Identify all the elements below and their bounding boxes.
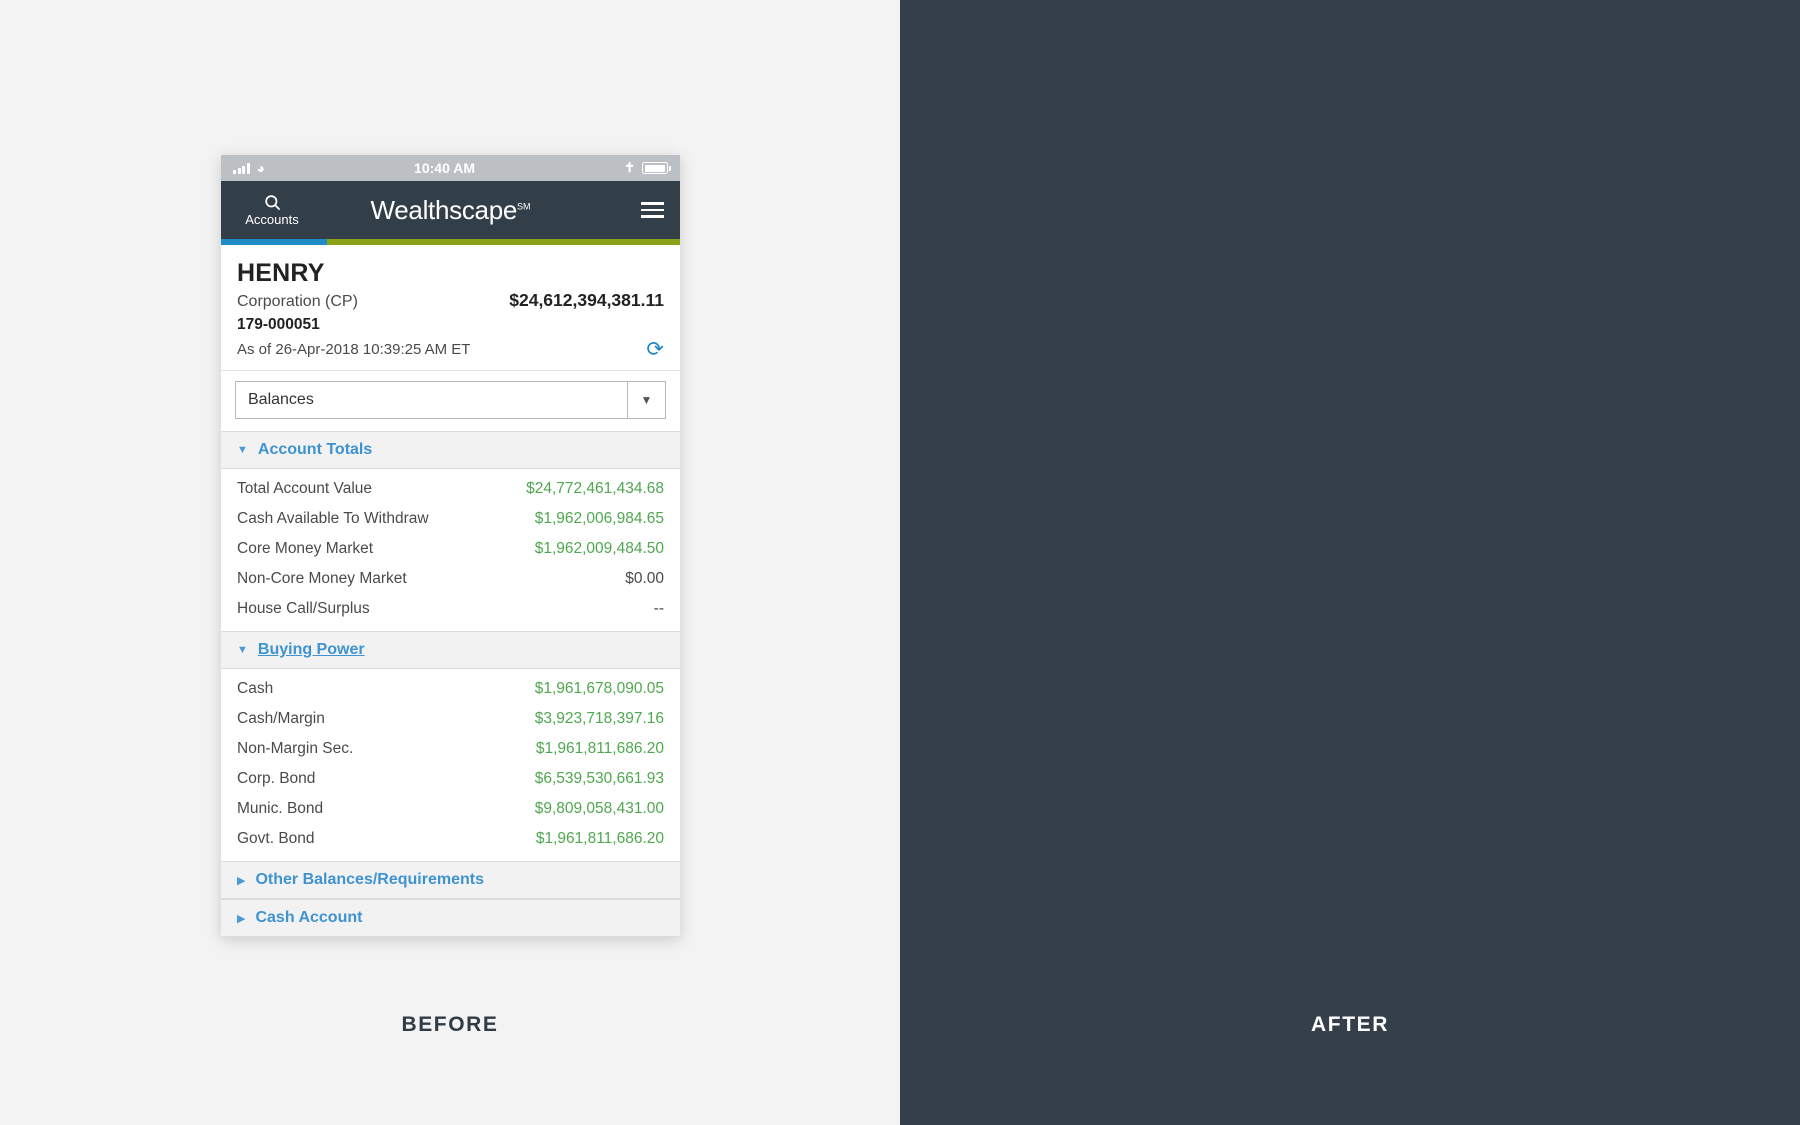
row-label: Munic. Bond xyxy=(237,800,324,817)
wifi-icon: ◕ xyxy=(256,160,265,176)
table-row: Govt. Bond $1,961,811,686.20 xyxy=(221,824,680,854)
account-totals-list: Total Account Value $24,772,461,434.68 C… xyxy=(221,469,680,631)
row-value: $0.00 xyxy=(625,570,664,587)
status-left-group: ◕ xyxy=(233,161,265,175)
row-label: Corp. Bond xyxy=(237,770,316,787)
row-value: $1,961,811,686.20 xyxy=(535,830,664,847)
table-row: Corp. Bond $6,539,530,661.93 xyxy=(221,764,680,794)
row-label: Core Money Market xyxy=(237,540,374,557)
section-title: Account Totals xyxy=(257,441,373,458)
caret-down-icon: ▼ xyxy=(237,644,248,656)
table-row: Core Money Market $1,962,009,484.50 xyxy=(221,534,680,564)
legacy-app-screenshot: ◕ 10:40 AM ✝ Accounts WealthscapeSM HENR… xyxy=(221,155,680,937)
row-value: $1,961,811,686.20 xyxy=(535,740,664,757)
row-label: Cash Available To Withdraw xyxy=(237,510,429,527)
buying-power-list: Cash $1,961,678,090.05 Cash/Margin $3,92… xyxy=(221,669,680,861)
row-label: Non-Core Money Market xyxy=(237,570,407,587)
account-as-of: As of 26-Apr-2018 10:39:25 AM ET xyxy=(237,341,471,358)
legacy-navbar: Accounts WealthscapeSM xyxy=(221,181,680,239)
table-row: Total Account Value $24,772,461,434.68 xyxy=(221,474,680,504)
accounts-search-button[interactable]: Accounts xyxy=(237,193,307,227)
caret-right-icon: ▶ xyxy=(237,874,246,887)
view-selector-value: Balances xyxy=(248,391,314,408)
chevron-down-icon: ▼ xyxy=(627,382,665,418)
row-value: $3,923,718,397.16 xyxy=(534,710,664,727)
row-label: Govt. Bond xyxy=(237,830,315,847)
section-header-buying-power[interactable]: ▼ Buying Power xyxy=(221,631,680,669)
table-row: Munic. Bond $9,809,058,431.00 xyxy=(221,794,680,824)
status-time: 10:40 AM xyxy=(414,160,475,176)
legacy-status-bar: ◕ 10:40 AM ✝ xyxy=(221,155,680,181)
account-header: HENRY Corporation (CP) $24,612,394,381.1… xyxy=(221,245,680,370)
row-value: $1,962,009,484.50 xyxy=(534,540,664,557)
table-row: House Call/Surplus -- xyxy=(221,594,680,624)
row-value: $24,772,461,434.68 xyxy=(526,480,664,497)
caret-down-icon: ▼ xyxy=(237,444,248,456)
after-panel: 9:41 ◕ ‹ Sadie Squires 03325450545 Profi… xyxy=(900,0,1800,1125)
account-type-row: Corporation (CP) $24,612,394,381.11 xyxy=(237,290,664,311)
account-total-value: $24,612,394,381.11 xyxy=(509,290,664,310)
table-row: Cash Available To Withdraw $1,962,006,98… xyxy=(221,504,680,534)
battery-icon xyxy=(642,162,671,174)
accent-stripe xyxy=(221,239,680,245)
account-asof-row: As of 26-Apr-2018 10:39:25 AM ET ⟳ xyxy=(237,339,664,360)
section-title: Buying Power xyxy=(257,641,365,658)
table-row: Cash $1,961,678,090.05 xyxy=(221,674,680,704)
row-value: $1,962,006,984.65 xyxy=(534,510,664,527)
row-value: $9,809,058,431.00 xyxy=(534,800,664,817)
menu-button[interactable] xyxy=(641,202,664,218)
section-title: Cash Account xyxy=(255,909,363,926)
refresh-icon[interactable]: ⟳ xyxy=(646,339,664,360)
section-header-other-balances[interactable]: ▶ Other Balances/Requirements xyxy=(221,861,680,899)
accent-olive-segment xyxy=(326,239,680,245)
view-selector-wrap: Balances ▼ xyxy=(221,370,680,431)
row-value: $1,961,678,090.05 xyxy=(534,680,664,697)
caret-right-icon: ▶ xyxy=(237,912,246,925)
section-header-account-totals[interactable]: ▼ Account Totals xyxy=(221,431,680,469)
row-label: Total Account Value xyxy=(237,480,372,497)
table-row: Non-Margin Sec. $1,961,811,686.20 xyxy=(221,734,680,764)
brand-sm-mark: SM xyxy=(517,200,531,211)
row-value: $6,539,530,661.93 xyxy=(534,770,664,787)
before-label: BEFORE xyxy=(401,1013,499,1036)
section-header-cash-account[interactable]: ▶ Cash Account xyxy=(221,899,680,937)
accounts-label: Accounts xyxy=(245,212,299,228)
row-label: Cash xyxy=(237,680,274,697)
section-title: Other Balances/Requirements xyxy=(255,871,484,888)
row-value: -- xyxy=(653,600,664,617)
bluetooth-icon: ✝ xyxy=(624,160,635,175)
row-label: Non-Margin Sec. xyxy=(237,740,354,757)
account-number: 179-000051 xyxy=(237,316,320,333)
cellular-signal-icon xyxy=(233,162,250,174)
status-right-group: ✝ xyxy=(624,160,671,176)
accent-blue-segment xyxy=(221,239,327,245)
view-selector[interactable]: Balances ▼ xyxy=(235,381,666,419)
row-label: Cash/Margin xyxy=(237,710,325,727)
row-label: House Call/Surplus xyxy=(237,600,370,617)
table-row: Cash/Margin $3,923,718,397.16 xyxy=(221,704,680,734)
account-name: HENRY xyxy=(237,259,325,287)
table-row: Non-Core Money Market $0.00 xyxy=(221,564,680,594)
account-type: Corporation (CP) xyxy=(237,293,358,310)
search-icon xyxy=(264,195,280,211)
after-label: AFTER xyxy=(1311,1013,1389,1036)
before-panel: ◕ 10:40 AM ✝ Accounts WealthscapeSM HENR… xyxy=(0,0,900,1125)
